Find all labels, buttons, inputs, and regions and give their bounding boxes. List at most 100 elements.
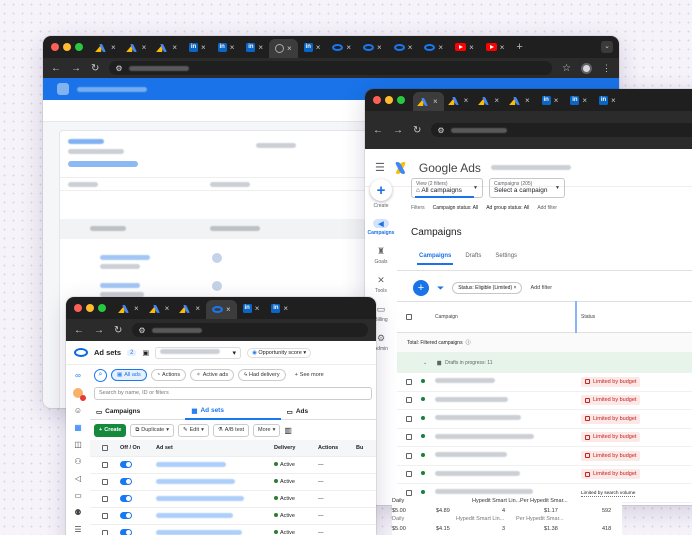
browser-tab[interactable]: × <box>175 297 206 319</box>
reload-icon[interactable]: ↻ <box>91 63 99 74</box>
nav-item-goals[interactable]: ♜ Goals <box>374 246 387 265</box>
status-badge[interactable]: Limited by budget <box>581 450 641 461</box>
status-badge[interactable]: Limited by budget <box>581 432 641 443</box>
forward-arrow-icon[interactable]: → <box>71 63 81 74</box>
browser-tab[interactable]: × <box>145 297 176 319</box>
close-tab-icon[interactable]: × <box>195 304 200 313</box>
close-tab-icon[interactable]: × <box>438 43 443 52</box>
forward-arrow-icon[interactable]: → <box>94 325 104 336</box>
row-checkbox[interactable] <box>406 434 412 441</box>
nav-item-admin[interactable]: ⚙ Admin <box>374 333 388 352</box>
users-icon[interactable]: ⚉ <box>74 508 81 517</box>
status-badge[interactable]: Limited by budget <box>581 469 641 480</box>
close-tab-icon[interactable]: × <box>172 43 177 52</box>
browser-tab[interactable]: × <box>505 89 536 111</box>
browser-tab[interactable]: × <box>388 36 419 58</box>
row-checkbox[interactable] <box>406 471 412 478</box>
megaphone-icon[interactable]: ◁ <box>75 474 81 483</box>
status-filter-chip[interactable]: Status: Eligible (Limited) × <box>452 282 523 294</box>
browser-menu-icon[interactable]: ⋮ <box>602 63 611 74</box>
reload-icon[interactable]: ↻ <box>413 125 421 136</box>
maximize-window-button[interactable] <box>98 304 106 312</box>
browser-tab-active[interactable]: × <box>269 39 298 58</box>
status-text[interactable]: Limited by search volume <box>581 490 636 497</box>
close-window-button[interactable] <box>74 304 82 312</box>
tab-search-button[interactable]: ⌄ <box>601 41 613 53</box>
create-item[interactable]: + Create <box>370 179 392 209</box>
new-tab-button[interactable]: + <box>516 41 522 53</box>
row-checkbox[interactable] <box>406 378 412 385</box>
adset-row[interactable]: Active — <box>90 457 376 474</box>
browser-tab[interactable]: in × <box>298 36 327 58</box>
row-checkbox[interactable] <box>406 452 412 459</box>
row-checkbox[interactable] <box>102 479 108 485</box>
chevron-down-icon[interactable]: ⌄ <box>397 360 427 366</box>
close-tab-icon[interactable]: × <box>283 304 288 313</box>
tab-ad-sets[interactable]: ▦ Ad sets <box>185 404 281 420</box>
duplicate-button[interactable]: ⧉ Duplicate ▾ <box>130 423 174 437</box>
adset-row[interactable]: Active — <box>90 491 376 508</box>
site-settings-icon[interactable]: ⚙ <box>437 126 444 135</box>
maximize-window-button[interactable] <box>75 43 83 51</box>
browser-tab-active[interactable]: × <box>413 92 444 111</box>
campaign-row[interactable]: Limited by budget <box>397 392 692 410</box>
add-filter-link[interactable]: Add filter <box>537 205 557 211</box>
browser-tab[interactable]: × <box>444 89 475 111</box>
browser-tab[interactable]: × <box>357 36 388 58</box>
on-off-toggle[interactable] <box>120 528 132 535</box>
address-bar[interactable]: ⚙ <box>109 61 553 75</box>
drafts-row[interactable]: ⌄ ▆ Drafts in progress: 11 <box>397 353 692 373</box>
browser-tab[interactable]: × <box>326 36 357 58</box>
bookmark-star-icon[interactable]: ☆ <box>562 63 571 74</box>
browser-tab[interactable]: × <box>91 36 122 58</box>
adset-row[interactable]: Active — <box>90 474 376 491</box>
tab-campaigns[interactable]: ▭ Campaigns <box>90 404 185 420</box>
minimize-window-button[interactable] <box>63 43 71 51</box>
menu-icon[interactable]: ☰ <box>74 525 81 534</box>
close-tab-icon[interactable]: × <box>142 43 147 52</box>
select-all-checkbox[interactable] <box>102 445 108 451</box>
browser-tab[interactable]: in × <box>564 89 593 111</box>
tab-campaigns[interactable]: Campaigns <box>416 253 454 265</box>
close-tab-icon[interactable]: × <box>377 43 382 52</box>
close-tab-icon[interactable]: × <box>525 96 530 105</box>
view-selector[interactable]: View (2 filters) ⌂ All campaigns ▼ <box>411 178 483 198</box>
profile-avatar[interactable] <box>581 62 592 74</box>
nav-item-tools[interactable]: ✕ Tools <box>375 275 387 294</box>
forward-arrow-icon[interactable]: → <box>393 125 403 136</box>
close-tab-icon[interactable]: × <box>500 43 505 52</box>
on-off-toggle[interactable] <box>120 477 132 485</box>
back-arrow-icon[interactable]: ← <box>51 63 61 74</box>
edit-button[interactable]: ✎ Edit ▾ <box>177 423 209 437</box>
filter-had-delivery[interactable]: ϟ Had delivery <box>238 369 286 381</box>
meta-nav-logo-icon[interactable]: ∞ <box>75 371 81 380</box>
campaign-row[interactable]: Limited by budget <box>397 373 692 392</box>
back-arrow-icon[interactable]: ← <box>373 125 383 136</box>
browser-tab[interactable]: in × <box>265 297 294 319</box>
column-status[interactable]: Status <box>577 314 595 320</box>
close-tab-icon[interactable]: × <box>433 97 438 106</box>
close-tab-icon[interactable]: × <box>201 43 206 52</box>
account-selector[interactable]: ▾ <box>155 346 242 359</box>
close-window-button[interactable] <box>51 43 59 51</box>
tab-settings[interactable]: Settings <box>495 253 517 259</box>
adset-row[interactable]: Active — <box>90 525 376 535</box>
close-tab-icon[interactable]: × <box>287 44 292 53</box>
close-tab-icon[interactable]: × <box>165 304 170 313</box>
tab-ads[interactable]: ▭ Ads <box>281 404 376 420</box>
close-tab-icon[interactable]: × <box>230 43 235 52</box>
add-filter-button[interactable]: Add filter <box>530 285 552 291</box>
row-checkbox[interactable] <box>406 415 412 422</box>
close-tab-icon[interactable]: × <box>554 96 559 105</box>
filter-actions[interactable]: ◔ Actions <box>150 369 187 381</box>
browser-tab[interactable]: × <box>122 36 153 58</box>
back-arrow-icon[interactable]: ← <box>74 325 84 336</box>
close-tab-icon[interactable]: × <box>582 96 587 105</box>
row-checkbox[interactable] <box>102 530 108 535</box>
help-icon[interactable]: ⓘ <box>466 339 471 346</box>
close-window-button[interactable] <box>373 96 381 104</box>
columns-icon[interactable]: ▥ <box>284 426 292 435</box>
filter-chip[interactable]: Ad group status: All <box>486 205 529 211</box>
row-checkbox[interactable] <box>406 397 412 404</box>
browser-tab[interactable]: × <box>418 36 449 58</box>
